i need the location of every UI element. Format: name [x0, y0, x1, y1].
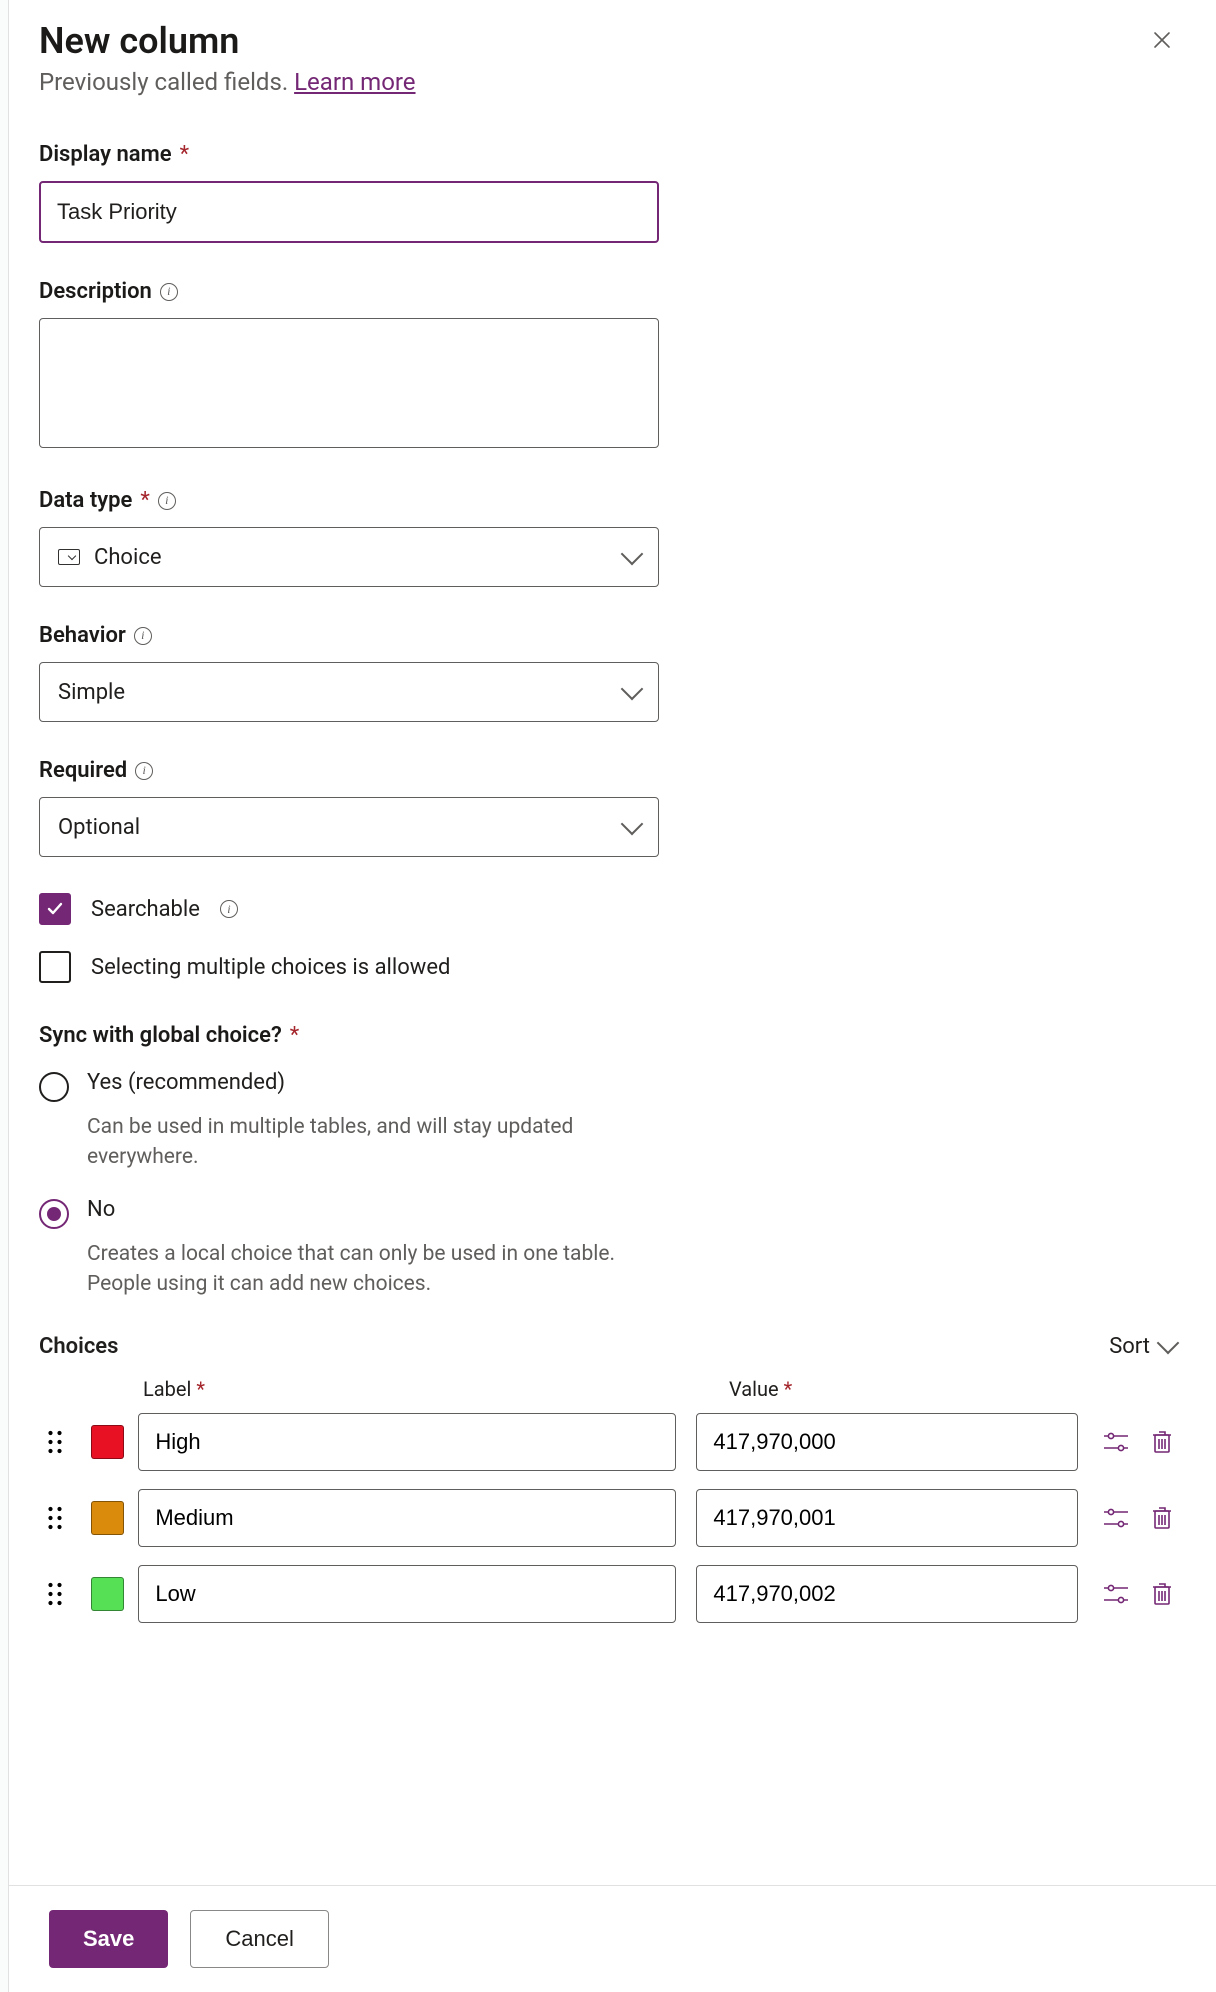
sync-yes-label: Yes (recommended) — [87, 1070, 285, 1095]
chevron-down-icon — [621, 813, 644, 836]
info-icon[interactable]: i — [220, 900, 238, 918]
choices-table-header: Label * Value * — [39, 1377, 1176, 1401]
choice-row — [39, 1413, 1176, 1471]
choice-row — [39, 1489, 1176, 1547]
panel-subtitle: Previously called fields. Learn more — [39, 68, 416, 96]
choice-label-input[interactable] — [138, 1565, 676, 1623]
required-select[interactable]: Optional — [39, 797, 659, 857]
learn-more-link[interactable]: Learn more — [294, 68, 415, 96]
delete-icon[interactable] — [1148, 1428, 1176, 1456]
chevron-down-icon — [621, 678, 644, 701]
data-type-value: Choice — [94, 545, 162, 570]
drag-handle-icon[interactable] — [39, 1430, 91, 1454]
description-input[interactable] — [39, 318, 659, 448]
settings-icon[interactable] — [1102, 1504, 1130, 1532]
choice-value-input[interactable] — [696, 1489, 1078, 1547]
sort-label: Sort — [1109, 1334, 1150, 1359]
sync-no-description: Creates a local choice that can only be … — [87, 1239, 657, 1300]
sync-no-radio[interactable] — [39, 1199, 69, 1229]
delete-icon[interactable] — [1148, 1504, 1176, 1532]
info-icon[interactable]: i — [158, 492, 176, 510]
choice-value-input[interactable] — [696, 1565, 1078, 1623]
info-icon[interactable]: i — [135, 762, 153, 780]
description-label: Description i — [39, 279, 1176, 304]
choice-value-input[interactable] — [696, 1413, 1078, 1471]
data-type-select[interactable]: Choice — [39, 527, 659, 587]
required-label: Required i — [39, 758, 1176, 783]
color-swatch[interactable] — [91, 1425, 124, 1459]
save-button[interactable]: Save — [49, 1910, 168, 1968]
choice-label-input[interactable] — [138, 1413, 676, 1471]
multi-select-checkbox[interactable] — [39, 951, 71, 983]
required-value: Optional — [58, 815, 140, 840]
drag-handle-icon[interactable] — [39, 1506, 91, 1530]
sort-button[interactable]: Sort — [1109, 1334, 1176, 1359]
display-name-input[interactable] — [39, 181, 659, 243]
choice-row — [39, 1565, 1176, 1623]
behavior-label: Behavior i — [39, 623, 1176, 648]
new-column-panel: New column Previously called fields. Lea… — [8, 0, 1216, 1992]
chevron-down-icon — [621, 543, 644, 566]
settings-icon[interactable] — [1102, 1428, 1130, 1456]
sync-yes-radio[interactable] — [39, 1072, 69, 1102]
color-swatch[interactable] — [91, 1577, 124, 1611]
drag-handle-icon[interactable] — [39, 1582, 91, 1606]
delete-icon[interactable] — [1148, 1580, 1176, 1608]
info-icon[interactable]: i — [160, 283, 178, 301]
behavior-select[interactable]: Simple — [39, 662, 659, 722]
info-icon[interactable]: i — [134, 627, 152, 645]
behavior-value: Simple — [58, 680, 125, 705]
choice-type-icon — [58, 549, 80, 565]
close-button[interactable] — [1148, 26, 1176, 54]
choices-heading: Choices — [39, 1334, 118, 1359]
choice-label-input[interactable] — [138, 1489, 676, 1547]
sync-yes-description: Can be used in multiple tables, and will… — [87, 1112, 657, 1173]
subtitle-text: Previously called fields. — [39, 68, 294, 96]
display-name-label: Display name* — [39, 142, 1176, 167]
panel-footer: Save Cancel — [9, 1885, 1216, 1992]
color-swatch[interactable] — [91, 1501, 124, 1535]
panel-title: New column — [39, 20, 416, 62]
choices-list — [39, 1413, 1176, 1623]
settings-icon[interactable] — [1102, 1580, 1130, 1608]
searchable-label: Searchable — [91, 897, 200, 922]
sync-question-label: Sync with global choice?* — [39, 1023, 1176, 1048]
searchable-checkbox[interactable] — [39, 893, 71, 925]
data-type-label: Data type* i — [39, 488, 1176, 513]
chevron-down-icon — [1157, 1332, 1180, 1355]
cancel-button[interactable]: Cancel — [190, 1910, 328, 1968]
multi-select-label: Selecting multiple choices is allowed — [91, 955, 450, 980]
sync-no-label: No — [87, 1197, 115, 1222]
